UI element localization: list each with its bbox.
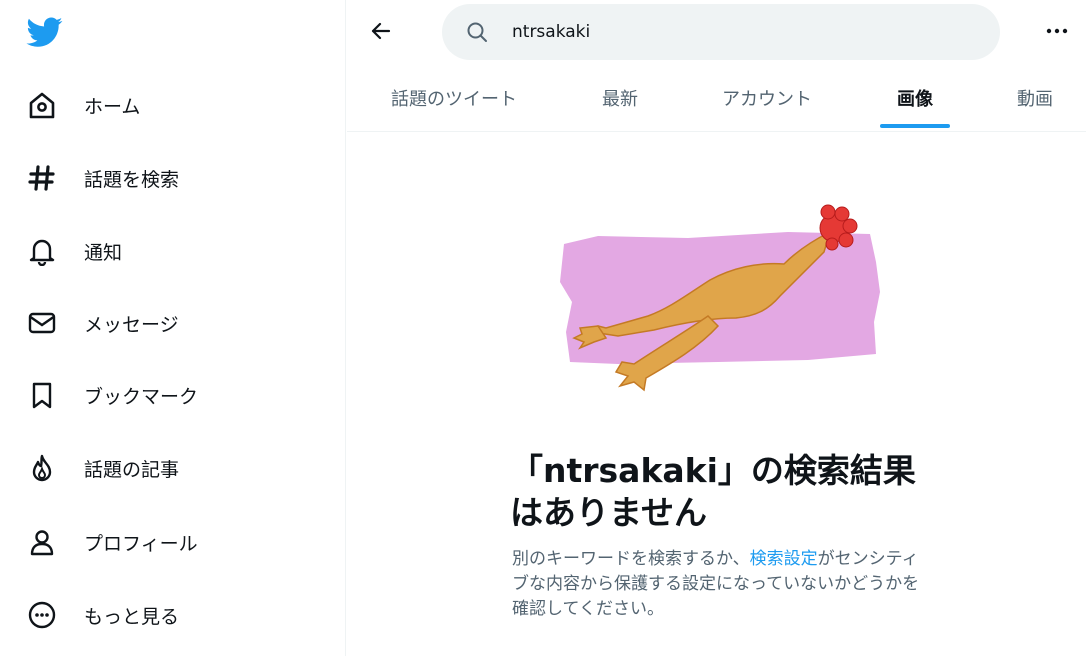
flame-icon — [26, 453, 58, 483]
sidebar-item-label: 話題を検索 — [84, 169, 180, 191]
empty-state-text-before: 別のキーワードを検索するか、 — [512, 549, 750, 569]
bell-icon — [26, 236, 58, 266]
sidebar-item-home[interactable]: ホーム — [12, 76, 312, 132]
sidebar-item-more[interactable]: もっと見る — [12, 586, 312, 642]
sidebar-item-explore[interactable]: 話題を検索 — [12, 149, 312, 205]
sidebar-item-profile[interactable]: プロフィール — [12, 513, 312, 569]
tab-top[interactable]: 話題のツイート — [377, 64, 531, 131]
back-button[interactable] — [363, 13, 399, 49]
sidebar-item-bookmarks[interactable]: ブックマーク — [12, 366, 312, 422]
search-settings-link[interactable]: 検索設定 — [750, 549, 818, 569]
empty-state-description: 別のキーワードを検索するか、検索設定がセンシティブな内容から保護する設定になって… — [512, 547, 932, 622]
sidebar-item-label: もっと見る — [84, 606, 180, 628]
sidebar-item-moments[interactable]: 話題の記事 — [12, 439, 312, 495]
mail-icon — [26, 308, 58, 338]
sidebar-item-label: ホーム — [84, 96, 141, 118]
sidebar-item-label: メッセージ — [84, 314, 179, 336]
empty-state-title: 「ntrsakaki」の検索結果はありません — [510, 451, 916, 532]
tab-photos[interactable]: 画像 — [880, 64, 950, 131]
person-icon — [26, 527, 58, 557]
search-tabs: 話題のツイート 最新 アカウント 画像 動画 — [347, 64, 1086, 132]
search-icon — [467, 22, 487, 42]
home-icon — [26, 90, 58, 120]
ellipsis-icon — [1046, 28, 1068, 34]
twitter-logo-icon[interactable] — [26, 14, 64, 50]
sidebar-item-messages[interactable]: メッセージ — [12, 294, 312, 350]
bookmark-icon — [26, 380, 58, 410]
sidebar-item-label: プロフィール — [84, 533, 198, 555]
hashtag-icon — [26, 163, 58, 193]
rubber-chicken-illustration — [560, 204, 880, 392]
sidebar-item-notifications[interactable]: 通知 — [12, 222, 312, 278]
sidebar-item-label: 通知 — [84, 242, 123, 264]
app-root: ホーム 話題を検索 通知 メッセージ ブックマーク 話題の記事 プロフィール も… — [0, 0, 1086, 656]
tab-latest[interactable]: 最新 — [585, 64, 655, 131]
active-tab-indicator — [880, 124, 950, 128]
tab-people[interactable]: アカウント — [707, 64, 827, 131]
sidebar: ホーム 話題を検索 通知 メッセージ ブックマーク 話題の記事 プロフィール も… — [0, 0, 346, 656]
sidebar-item-label: ブックマーク — [84, 386, 199, 408]
tab-videos[interactable]: 動画 — [1007, 64, 1063, 131]
more-options-button[interactable] — [1037, 13, 1077, 49]
search-input[interactable] — [512, 16, 972, 48]
sidebar-item-label: 話題の記事 — [84, 459, 180, 481]
search-box[interactable] — [442, 4, 1000, 60]
more-circle-icon — [26, 600, 58, 630]
arrow-left-icon — [371, 22, 391, 40]
